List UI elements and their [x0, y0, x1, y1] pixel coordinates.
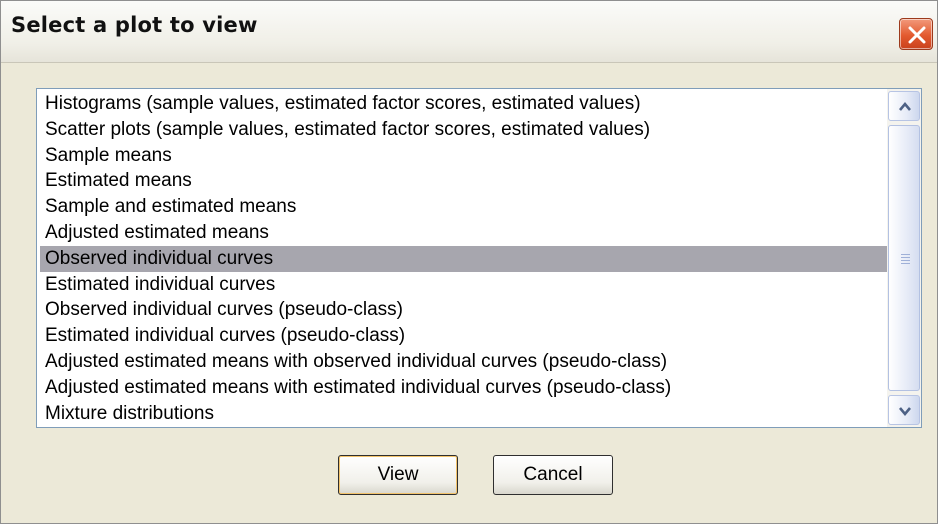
close-x-icon [908, 26, 926, 44]
grip-icon [901, 254, 910, 266]
list-item[interactable]: Histograms (sample values, estimated fac… [40, 91, 888, 117]
list-item[interactable]: Adjusted estimated means with estimated … [40, 375, 888, 401]
list-item[interactable]: Sample and estimated means [40, 194, 888, 220]
cancel-button[interactable]: Cancel [493, 455, 613, 495]
plot-select-dialog: Select a plot to view Histograms (sample… [0, 0, 938, 524]
list-item[interactable]: Scatter plots (sample values, estimated … [40, 117, 888, 143]
scroll-thumb[interactable] [888, 125, 920, 391]
title-bar[interactable]: Select a plot to view [1, 1, 937, 63]
vertical-scrollbar[interactable] [887, 89, 921, 427]
chevron-up-icon [899, 101, 911, 111]
plot-listbox[interactable]: Histograms (sample values, estimated fac… [36, 88, 922, 428]
dialog-title: Select a plot to view [11, 13, 258, 37]
plot-list: Histograms (sample values, estimated fac… [40, 91, 888, 426]
scroll-up-button[interactable] [888, 91, 920, 121]
list-item[interactable]: Estimated means [40, 168, 888, 194]
list-item[interactable]: Estimated individual curves [40, 272, 888, 298]
view-button[interactable]: View [338, 455, 458, 495]
scroll-down-button[interactable] [888, 395, 920, 425]
list-item[interactable]: Mixture distributions [40, 401, 888, 427]
chevron-down-icon [899, 407, 911, 417]
list-item[interactable]: Observed individual curves (pseudo-class… [40, 297, 888, 323]
close-button[interactable] [899, 18, 933, 50]
list-item[interactable]: Adjusted estimated means [40, 220, 888, 246]
list-item[interactable]: Estimated individual curves (pseudo-clas… [40, 323, 888, 349]
list-item[interactable]: Adjusted estimated means with observed i… [40, 349, 888, 375]
list-item[interactable]: Sample means [40, 143, 888, 169]
list-item-selected[interactable]: Observed individual curves [40, 245, 888, 272]
